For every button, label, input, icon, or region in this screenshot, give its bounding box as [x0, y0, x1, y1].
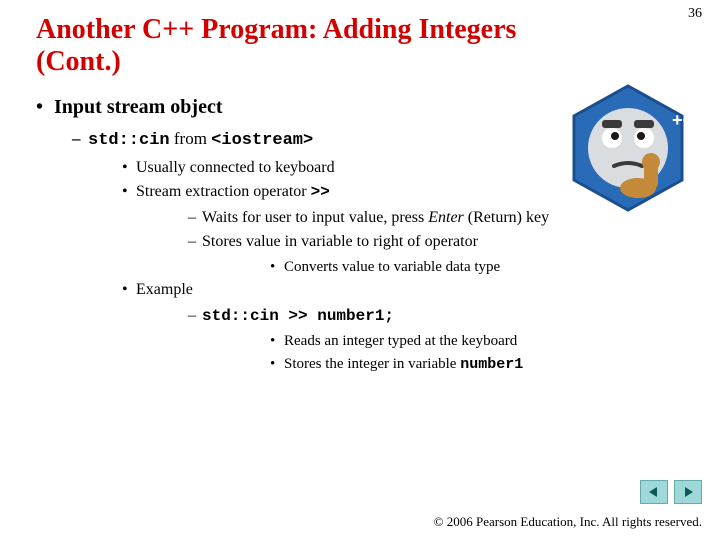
text: Reads an integer typed at the keyboard [284, 333, 517, 349]
bullet-lvl3: Stream extraction operator >> Waits for … [88, 180, 690, 279]
text: Stream extraction operator [136, 183, 311, 200]
bullet-lvl5: Reads an integer typed at the keyboard [202, 330, 690, 353]
bullet-lvl5: Stores the integer in variable number1 [202, 353, 690, 377]
text: Stores value in variable to right of ope… [202, 233, 478, 250]
bullet-lvl3: Example std::cin >> number1; Reads an in… [88, 278, 690, 376]
text: Waits for user to input value, press [202, 209, 428, 226]
bullet-lvl1: Input stream object std::cin from <iostr… [36, 92, 690, 376]
bullet-lvl4: Waits for user to input value, press Ent… [136, 206, 690, 230]
code-text: number1 [460, 356, 523, 373]
code-text: >> [311, 183, 330, 201]
triangle-left-icon [648, 486, 660, 498]
page-number: 36 [688, 6, 702, 22]
content-area: Input stream object std::cin from <iostr… [0, 84, 720, 376]
text: (Return) key [464, 209, 549, 226]
text: Usually connected to keyboard [136, 159, 335, 176]
heading-text: Input stream object [54, 96, 223, 118]
emphasis-text: Enter [428, 209, 464, 226]
text: from [170, 129, 212, 148]
bullet-lvl4: Stores value in variable to right of ope… [136, 230, 690, 279]
prev-button[interactable] [640, 480, 668, 504]
bullet-lvl2: std::cin from <iostream> Usually connect… [54, 126, 690, 376]
code-text: <iostream> [211, 131, 313, 150]
bullet-lvl5: Converts value to variable data type [202, 256, 690, 279]
triangle-right-icon [682, 486, 694, 498]
copyright-footer: © 2006 Pearson Education, Inc. All right… [434, 514, 702, 530]
bullet-lvl3: Usually connected to keyboard [88, 156, 690, 180]
nav-controls [640, 480, 702, 504]
slide-title: Another C++ Program: Adding Integers (Co… [0, 0, 586, 84]
text: Converts value to variable data type [284, 259, 500, 275]
next-button[interactable] [674, 480, 702, 504]
bullet-lvl4: std::cin >> number1; Reads an integer ty… [136, 304, 690, 376]
text: Example [136, 281, 193, 298]
code-text: std::cin [88, 131, 170, 150]
text: Stores the integer in variable [284, 356, 460, 372]
code-text: std::cin >> number1; [202, 307, 394, 325]
